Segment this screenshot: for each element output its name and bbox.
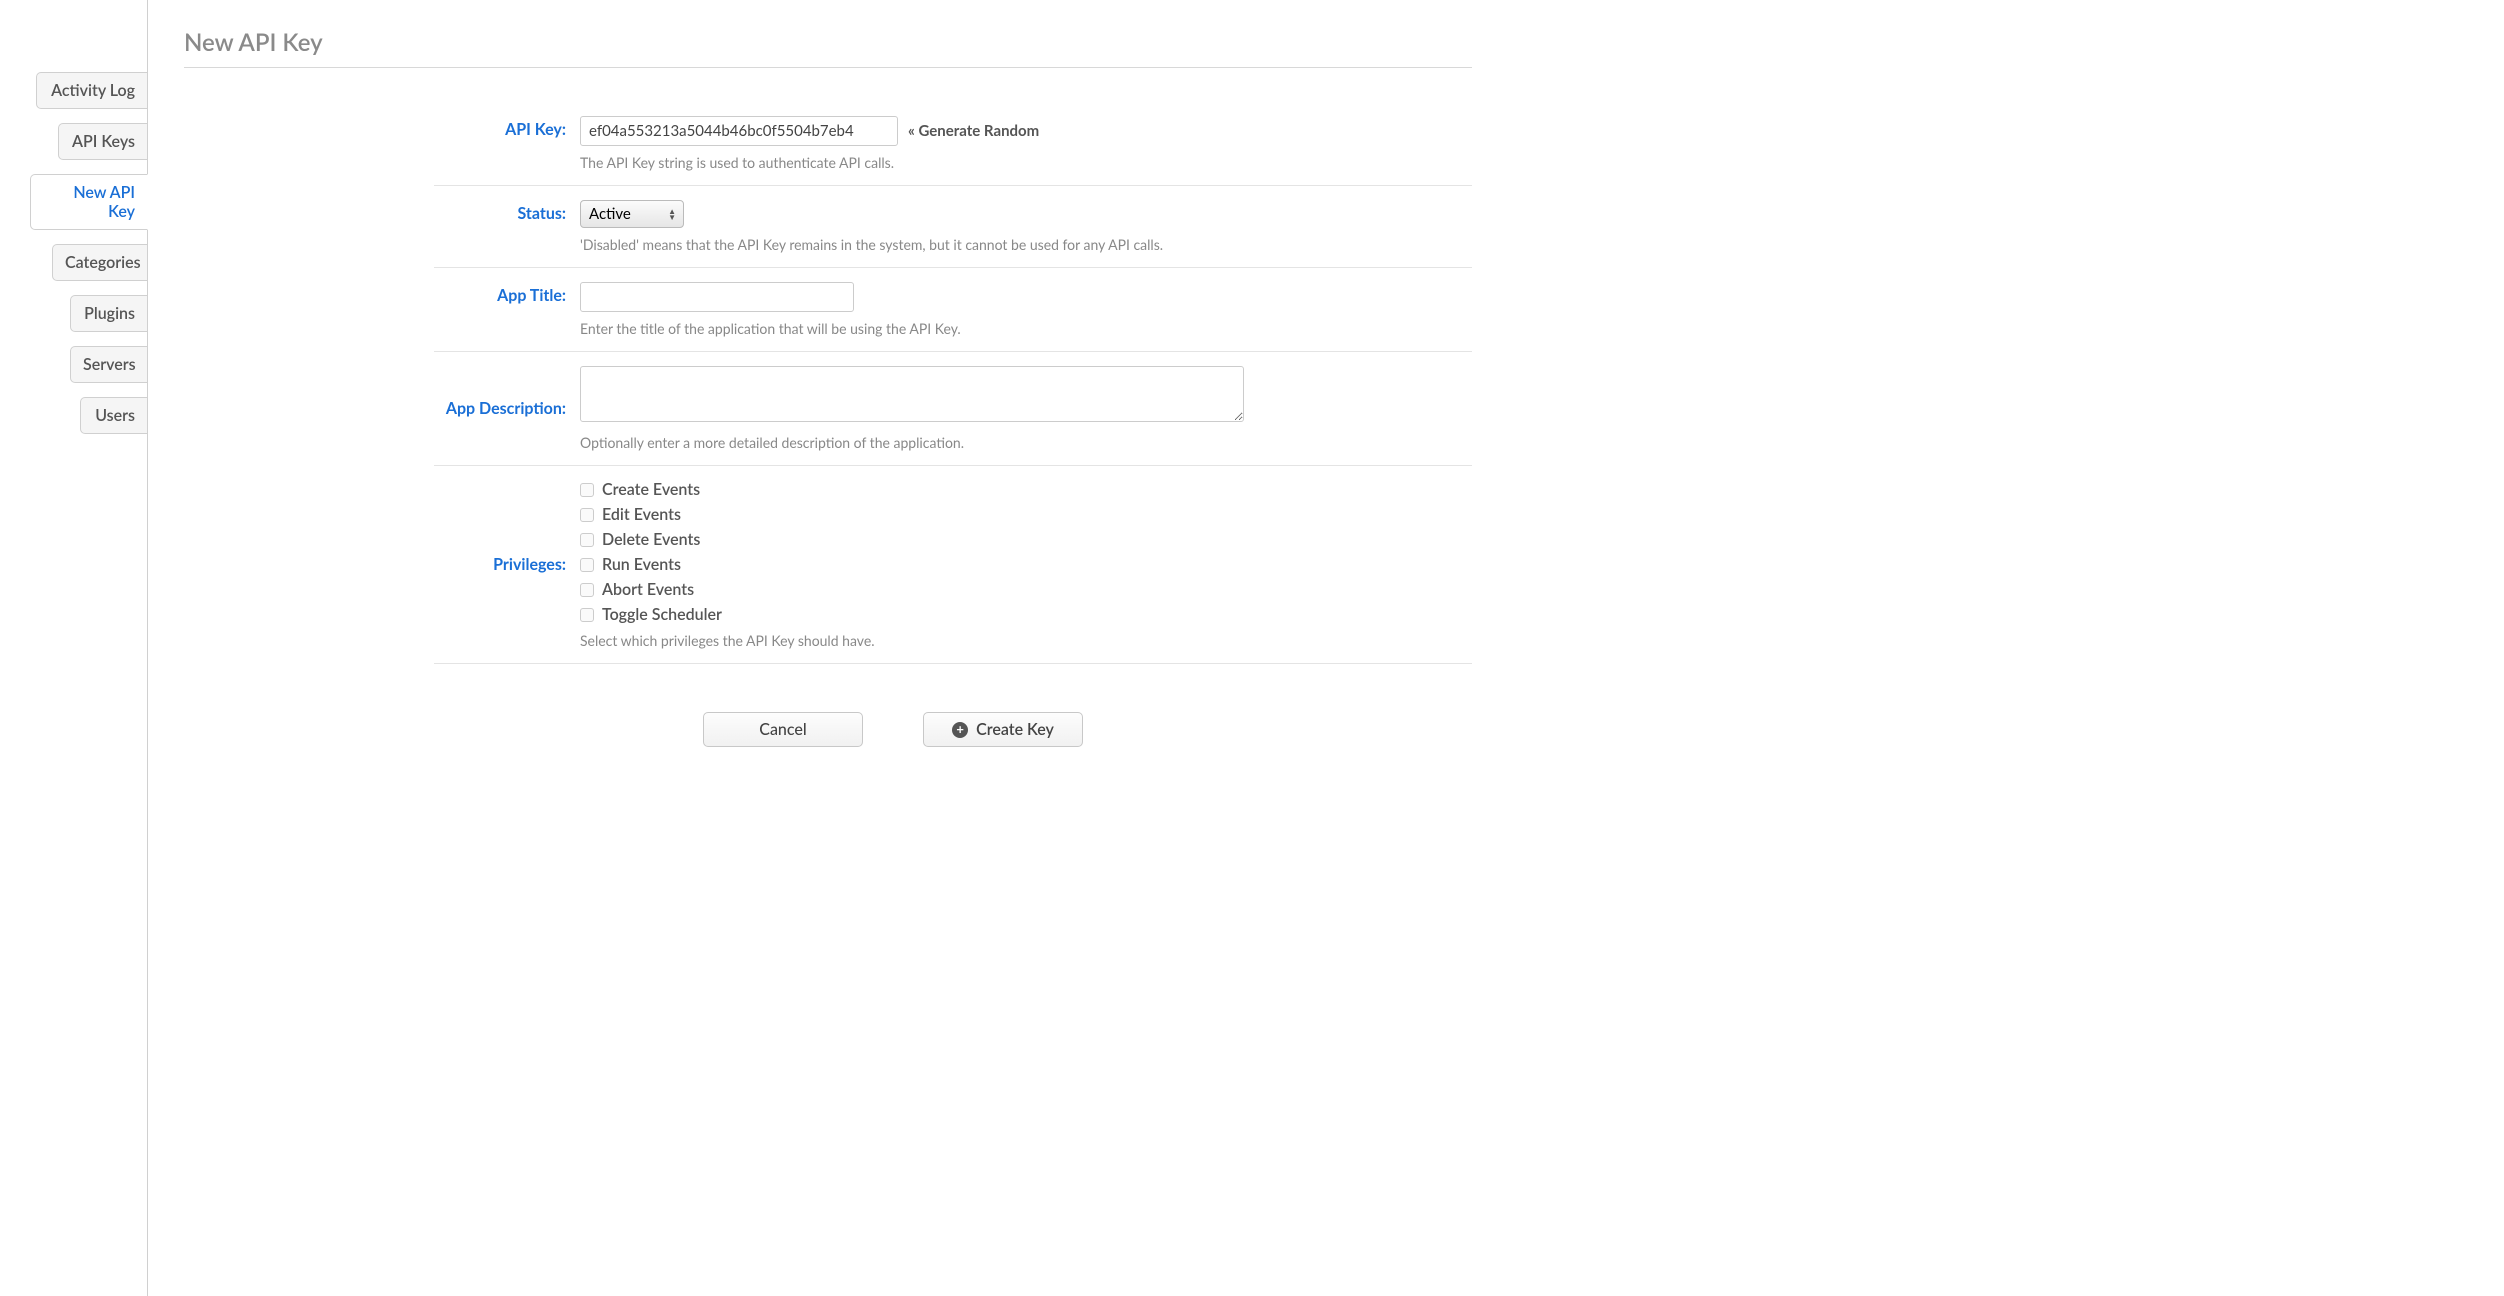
api-key-help: The API Key string is used to authentica…: [580, 154, 1472, 171]
privilege-item-abort-events[interactable]: Abort Events: [580, 580, 1472, 599]
privileges-help: Select which privileges the API Key shou…: [580, 632, 1472, 649]
page-title: New API Key: [184, 28, 1472, 68]
sidebar-item-activity-log[interactable]: Activity Log: [36, 72, 148, 109]
privilege-label: Run Events: [602, 555, 681, 574]
app-title-input[interactable]: [580, 282, 854, 312]
form-row-app-title: App Title: Enter the title of the applic…: [434, 268, 1472, 352]
status-select[interactable]: Active: [580, 200, 684, 228]
privilege-label: Toggle Scheduler: [602, 605, 722, 624]
form-row-app-description: App Description: Optionally enter a more…: [434, 352, 1472, 466]
privilege-checkbox-run-events[interactable]: [580, 558, 594, 572]
privilege-item-run-events[interactable]: Run Events: [580, 555, 1472, 574]
app-description-help: Optionally enter a more detailed descrip…: [580, 434, 1472, 451]
privilege-label: Edit Events: [602, 505, 681, 524]
app-title-help: Enter the title of the application that …: [580, 320, 1472, 337]
privilege-label: Delete Events: [602, 530, 700, 549]
status-label: Status:: [434, 200, 580, 223]
privilege-label: Abort Events: [602, 580, 694, 599]
app-description-label: App Description:: [434, 399, 580, 418]
privilege-checkbox-toggle-scheduler[interactable]: [580, 608, 594, 622]
privilege-item-create-events[interactable]: Create Events: [580, 480, 1472, 499]
sidebar-item-users[interactable]: Users: [80, 397, 148, 434]
privilege-checkbox-create-events[interactable]: [580, 483, 594, 497]
privilege-item-toggle-scheduler[interactable]: Toggle Scheduler: [580, 605, 1472, 624]
form-row-api-key: API Key: « Generate Random The API Key s…: [434, 102, 1472, 186]
sidebar-item-api-keys[interactable]: API Keys: [58, 123, 148, 160]
cancel-button[interactable]: Cancel: [703, 712, 863, 747]
form-row-status: Status: Active ▲▼ 'Disabled' means that …: [434, 186, 1472, 268]
sidebar-item-categories[interactable]: Categories: [52, 244, 148, 281]
app-title-label: App Title:: [434, 282, 580, 305]
api-key-label: API Key:: [434, 116, 580, 139]
sidebar-item-new-api-key[interactable]: New API Key: [30, 174, 148, 230]
privilege-checkbox-abort-events[interactable]: [580, 583, 594, 597]
app-description-textarea[interactable]: [580, 366, 1244, 422]
privileges-label: Privileges:: [434, 555, 580, 574]
form-row-privileges: Privileges: Create Events Edit Events: [434, 466, 1472, 664]
main-content: New API Key API Key: « Generate Random T…: [148, 0, 1508, 1296]
button-row: Cancel + Create Key: [314, 712, 1472, 747]
privilege-checkbox-delete-events[interactable]: [580, 533, 594, 547]
create-key-button[interactable]: + Create Key: [923, 712, 1083, 747]
sidebar-item-servers[interactable]: Servers: [70, 346, 148, 383]
plus-circle-icon: +: [952, 722, 968, 738]
api-key-form: API Key: « Generate Random The API Key s…: [434, 102, 1472, 747]
privilege-label: Create Events: [602, 480, 700, 499]
sidebar-item-plugins[interactable]: Plugins: [70, 295, 148, 332]
status-help: 'Disabled' means that the API Key remain…: [580, 236, 1472, 253]
privilege-item-delete-events[interactable]: Delete Events: [580, 530, 1472, 549]
api-key-input[interactable]: [580, 116, 898, 146]
create-key-label: Create Key: [976, 720, 1054, 739]
sidebar: Activity Log API Keys New API Key Catego…: [0, 0, 148, 1296]
generate-random-link[interactable]: « Generate Random: [908, 122, 1039, 140]
privilege-checkbox-edit-events[interactable]: [580, 508, 594, 522]
privilege-item-edit-events[interactable]: Edit Events: [580, 505, 1472, 524]
